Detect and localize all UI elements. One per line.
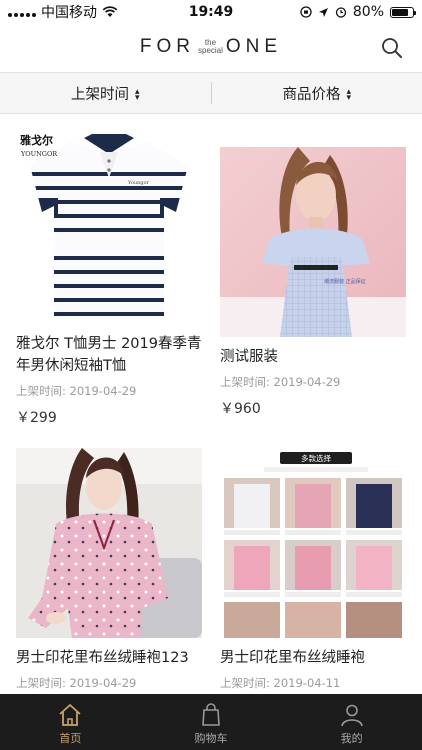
- svg-text:Youngor: Youngor: [127, 180, 150, 186]
- tab-bar: 首页 购物车 我的: [0, 694, 422, 750]
- product-image[interactable]: [16, 448, 202, 638]
- product-date: 上架时间: 2019-04-29: [16, 384, 137, 398]
- product-grid: Youngor 雅戈尔 YOUNGOR 雅戈尔 T恤男士 2019春季青年男休闲…: [0, 114, 422, 694]
- product-image[interactable]: Youngor 雅戈尔 YOUNGOR: [16, 134, 202, 324]
- product-title[interactable]: 雅戈尔 T恤男士 2019春季青年男休闲短袖T恤: [16, 333, 202, 377]
- logo-the-special: the special: [198, 38, 223, 55]
- product-card[interactable]: 男士印花里布丝绒睡袍123 上架时间: 2019-04-29: [16, 448, 202, 691]
- battery-percent: 80%: [352, 4, 384, 20]
- status-bar: 中国移动 19:49 80%: [0, 0, 422, 24]
- product-price: ￥960: [220, 401, 261, 417]
- product-image[interactable]: 潮流服装 正品保证: [220, 147, 406, 337]
- product-date: 上架时间: 2019-04-11: [220, 676, 341, 690]
- product-title[interactable]: 男士印花里布丝绒睡袍: [220, 647, 406, 669]
- collage-banner: 多款选择: [301, 453, 331, 463]
- location-icon: [318, 7, 328, 17]
- sort-time-label: 上架时间: [70, 86, 129, 103]
- sort-caret-icon: ▴ ▾: [134, 86, 140, 103]
- product-card[interactable]: Youngor 雅戈尔 YOUNGOR 雅戈尔 T恤男士 2019春季青年男休闲…: [16, 134, 202, 427]
- sort-price-label: 商品价格: [282, 86, 341, 103]
- logo-special: special: [198, 45, 223, 55]
- logo-word-one: ONE: [225, 36, 283, 57]
- cart-icon: [202, 703, 220, 726]
- app-header: FOR the special ONE: [0, 24, 422, 72]
- alarm-icon: [335, 7, 347, 18]
- product-date: 上架时间: 2019-04-29: [16, 676, 137, 690]
- product-card[interactable]: 潮流服装 正品保证 测试服装 上架时间: 2019-04-29 ￥960: [220, 147, 406, 418]
- tab-cart[interactable]: 购物车: [141, 694, 282, 750]
- status-right: 80%: [300, 4, 416, 20]
- product-date: 上架时间: 2019-04-29: [220, 375, 341, 389]
- tab-profile[interactable]: 我的: [281, 694, 422, 750]
- sort-bar: 上架时间 ▴ ▾ 商品价格 ▴ ▾: [0, 72, 422, 114]
- product-card[interactable]: 多款选择 男士印花里布丝绒睡袍 上架时间: 2019-04-11: [220, 448, 406, 691]
- search-icon[interactable]: [380, 36, 404, 60]
- battery-icon: [390, 6, 416, 18]
- profile-icon: [340, 704, 363, 727]
- tab-home-label: 首页: [59, 732, 82, 745]
- brand-logo-en: YOUNGOR: [20, 150, 58, 158]
- product-title[interactable]: 男士印花里布丝绒睡袍123: [16, 647, 202, 669]
- product-image[interactable]: 多款选择: [220, 448, 406, 638]
- sort-caret-icon: ▴ ▾: [346, 86, 352, 103]
- app-logo: FOR the special ONE: [0, 36, 422, 58]
- home-icon: [59, 704, 81, 726]
- tab-profile-label: 我的: [340, 732, 363, 745]
- rotation-lock-icon: [300, 6, 312, 18]
- brand-logo-cn: 雅戈尔: [20, 134, 53, 147]
- product-title[interactable]: 测试服装: [220, 346, 406, 368]
- sort-by-time[interactable]: 上架时间 ▴ ▾: [0, 83, 211, 104]
- sort-by-price[interactable]: 商品价格 ▴ ▾: [212, 83, 422, 104]
- logo-word-for: FOR: [139, 36, 195, 57]
- tab-cart-label: 购物车: [194, 732, 228, 745]
- tab-home[interactable]: 首页: [0, 694, 141, 750]
- product-price: ￥299: [16, 410, 57, 426]
- svg-text:潮流服装 正品保证: 潮流服装 正品保证: [324, 278, 366, 285]
